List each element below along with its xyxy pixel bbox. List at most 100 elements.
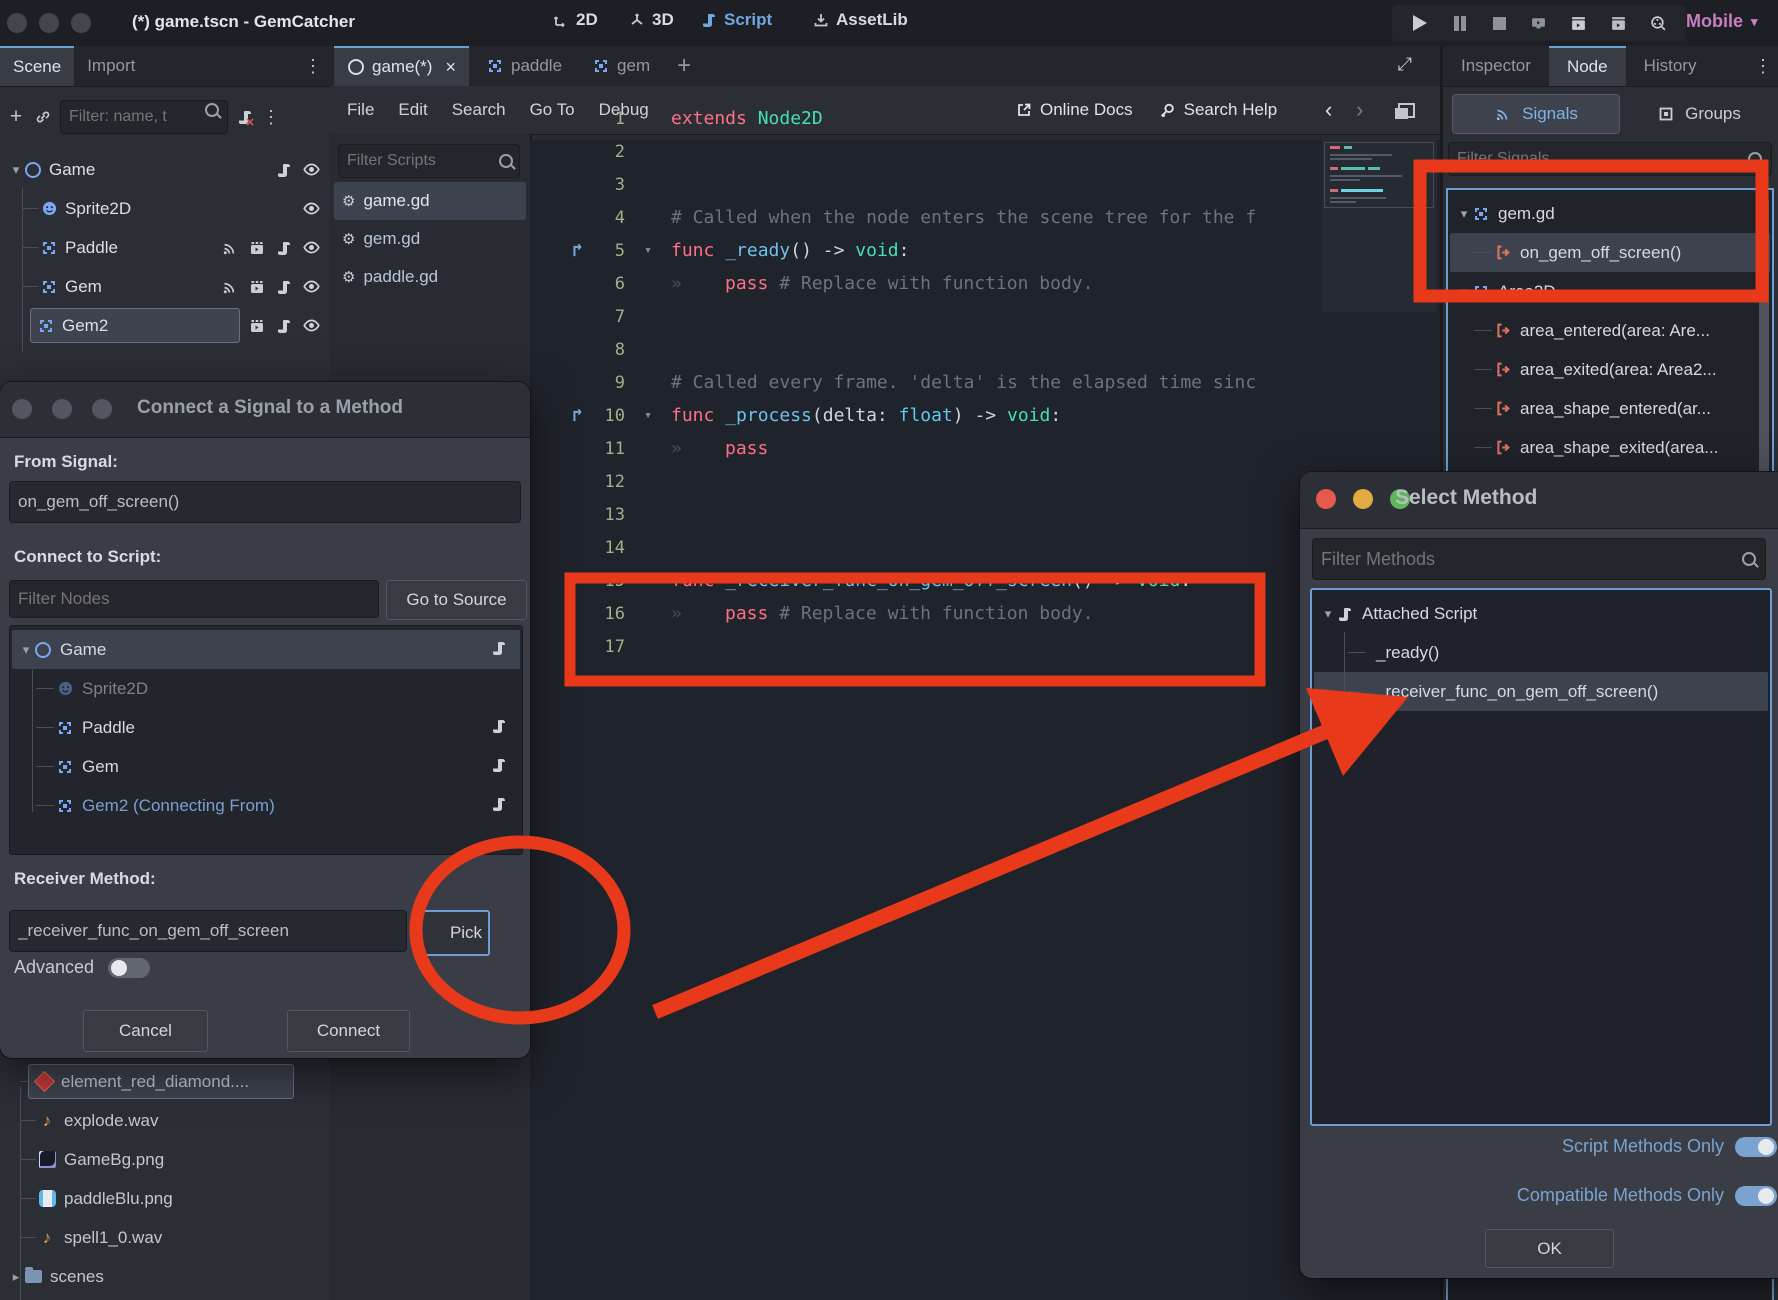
stop-button[interactable] <box>1488 12 1510 34</box>
signal-row[interactable]: ▾gem.gd <box>1450 194 1770 233</box>
scene-tree-row[interactable]: Gem2 <box>0 306 330 345</box>
dock-tab-history[interactable]: History <box>1626 46 1715 86</box>
script-list-item[interactable]: ⚙game.gd <box>334 182 526 220</box>
scene-tree-row[interactable]: Gem <box>0 267 330 306</box>
override-arrow-icon[interactable]: ↱ <box>572 405 583 426</box>
signal-row[interactable]: on_gem_off_screen() <box>1450 233 1770 272</box>
file-row[interactable]: paddleBlu.png <box>0 1179 330 1218</box>
instance-scene-icon[interactable] <box>34 108 52 126</box>
connect-node-row[interactable]: Gem <box>12 747 520 786</box>
file-row[interactable]: GameBg.png <box>0 1140 330 1179</box>
cancel-button[interactable]: Cancel <box>83 1010 208 1052</box>
visibility-eye-icon[interactable] <box>302 317 320 335</box>
toggle-compatible-methods-only[interactable]: Compatible Methods Only <box>1517 1185 1777 1206</box>
scene-filter-input[interactable] <box>60 100 228 134</box>
fold-icon[interactable]: ▾ <box>625 243 671 258</box>
expand-editor-icon[interactable]: ⤢ <box>1398 54 1412 75</box>
movie-clapper-button[interactable] <box>1607 12 1629 34</box>
new-tab-icon[interactable]: + <box>677 52 691 80</box>
override-arrow-icon[interactable]: ↱ <box>572 240 583 261</box>
signal-row[interactable]: area_exited(area: Area2... <box>1450 350 1770 389</box>
file-row[interactable]: ♪explode.wav <box>0 1101 330 1140</box>
fold-icon[interactable]: ▾ <box>625 573 671 588</box>
chevron-down-icon[interactable]: ▾ <box>18 642 34 658</box>
code-line[interactable]: ↱5▾func _ready() -> void: <box>530 234 1440 267</box>
dock-tab-import[interactable]: Import <box>74 46 148 86</box>
group-icon[interactable] <box>248 278 266 296</box>
node-filter-input[interactable] <box>9 580 379 618</box>
signal-connected-icon[interactable] <box>221 278 239 296</box>
receiver-method-field[interactable] <box>9 910 407 952</box>
toggle-script-methods-only[interactable]: Script Methods Only <box>1562 1136 1777 1157</box>
signal-row[interactable]: area_shape_entered(ar... <box>1450 389 1770 428</box>
code-line[interactable]: ↱10▾func _process(delta: float) -> void: <box>530 399 1440 432</box>
visibility-eye-icon[interactable] <box>302 239 320 257</box>
dialog-minimize-icon[interactable] <box>52 399 72 419</box>
workspace-tab-2d[interactable]: 2D <box>552 10 598 30</box>
close-icon[interactable]: × <box>445 57 456 78</box>
code-line[interactable]: 2 <box>530 135 1440 168</box>
connect-node-row[interactable]: ▾Game <box>12 630 520 669</box>
menu-file[interactable]: File <box>335 100 386 120</box>
window-zoom-icon[interactable] <box>71 13 91 33</box>
code-line[interactable]: 6»pass # Replace with function body. <box>530 267 1440 300</box>
scene-more-icon[interactable]: ⋮ <box>262 107 280 128</box>
method-row[interactable]: _receiver_func_on_gem_off_screen() <box>1314 672 1768 711</box>
method-filter-input[interactable] <box>1312 538 1766 580</box>
group-icon[interactable] <box>248 239 266 257</box>
add-node-icon[interactable]: + <box>6 105 26 129</box>
connect-node-row[interactable]: Sprite2D <box>12 669 520 708</box>
dock-more-icon[interactable]: ⋮ <box>304 56 330 77</box>
window-close-icon[interactable] <box>7 13 27 33</box>
scene-tree-row[interactable]: Sprite2D <box>0 189 330 228</box>
chevron-down-icon[interactable]: ▾ <box>8 162 24 178</box>
film-reel-button[interactable] <box>1647 12 1669 34</box>
pick-button[interactable]: Pick <box>418 910 490 956</box>
window-minimize-icon[interactable] <box>39 13 59 33</box>
signal-row[interactable]: area_entered(area: Are... <box>1450 311 1770 350</box>
chevron-down-icon[interactable]: ▾ <box>1456 206 1472 222</box>
code-line[interactable]: 7 <box>530 300 1440 333</box>
connect-button[interactable]: Connect <box>287 1010 410 1052</box>
movie-maker-button[interactable] <box>1568 12 1590 34</box>
connect-node-row[interactable]: Paddle <box>12 708 520 747</box>
section-signals[interactable]: Signals <box>1452 94 1620 134</box>
script-list-item[interactable]: ⚙gem.gd <box>334 220 526 258</box>
dialog-zoom-icon[interactable] <box>92 399 112 419</box>
menu-search[interactable]: Search <box>440 100 518 120</box>
visibility-eye-icon[interactable] <box>302 200 320 218</box>
open-script-icon[interactable] <box>490 756 508 774</box>
code-line[interactable]: 3 <box>530 168 1440 201</box>
code-line[interactable]: 8 <box>530 333 1440 366</box>
workspace-tab-script[interactable]: Script <box>700 10 772 30</box>
dialog-close-icon[interactable] <box>1316 489 1336 509</box>
dock-tab-scene[interactable]: Scene <box>0 46 74 86</box>
code-line[interactable]: 9# Called every frame. 'delta' is the el… <box>530 366 1440 399</box>
connection-arrow-icon[interactable] <box>568 570 588 591</box>
play-button[interactable] <box>1409 12 1431 34</box>
script-file-tab[interactable]: gem <box>579 46 663 86</box>
file-row[interactable]: element_red_diamond.... <box>0 1062 330 1101</box>
scene-tree-row[interactable]: ▾Game <box>0 150 330 189</box>
goto-source-button[interactable]: Go to Source <box>386 580 527 620</box>
open-script-icon[interactable] <box>490 795 508 813</box>
dialog-close-icon[interactable] <box>12 399 32 419</box>
signal-row[interactable]: ▾Area2D <box>1450 272 1770 311</box>
dialog-minimize-icon[interactable] <box>1353 489 1373 509</box>
open-script-icon[interactable] <box>275 161 293 179</box>
open-script-icon[interactable] <box>490 639 508 657</box>
dock-more-icon[interactable]: ⋮ <box>1754 56 1778 77</box>
ok-button[interactable]: OK <box>1485 1229 1614 1268</box>
method-row[interactable]: _ready() <box>1314 633 1768 672</box>
chevron-down-icon[interactable]: ▾ <box>1456 284 1472 300</box>
open-script-icon[interactable] <box>490 717 508 735</box>
advanced-toggle[interactable] <box>108 958 150 978</box>
code-minimap[interactable] <box>1322 140 1437 312</box>
chevron-down-icon[interactable]: ▾ <box>1320 606 1336 622</box>
attach-script-icon[interactable]: ✕ <box>236 108 254 126</box>
fold-icon[interactable]: ▾ <box>625 408 671 423</box>
section-groups[interactable]: Groups <box>1620 104 1778 124</box>
scripts-filter-input[interactable] <box>338 144 520 178</box>
open-script-icon[interactable] <box>275 317 293 335</box>
chevron-right-icon[interactable]: ▸ <box>8 1269 24 1285</box>
